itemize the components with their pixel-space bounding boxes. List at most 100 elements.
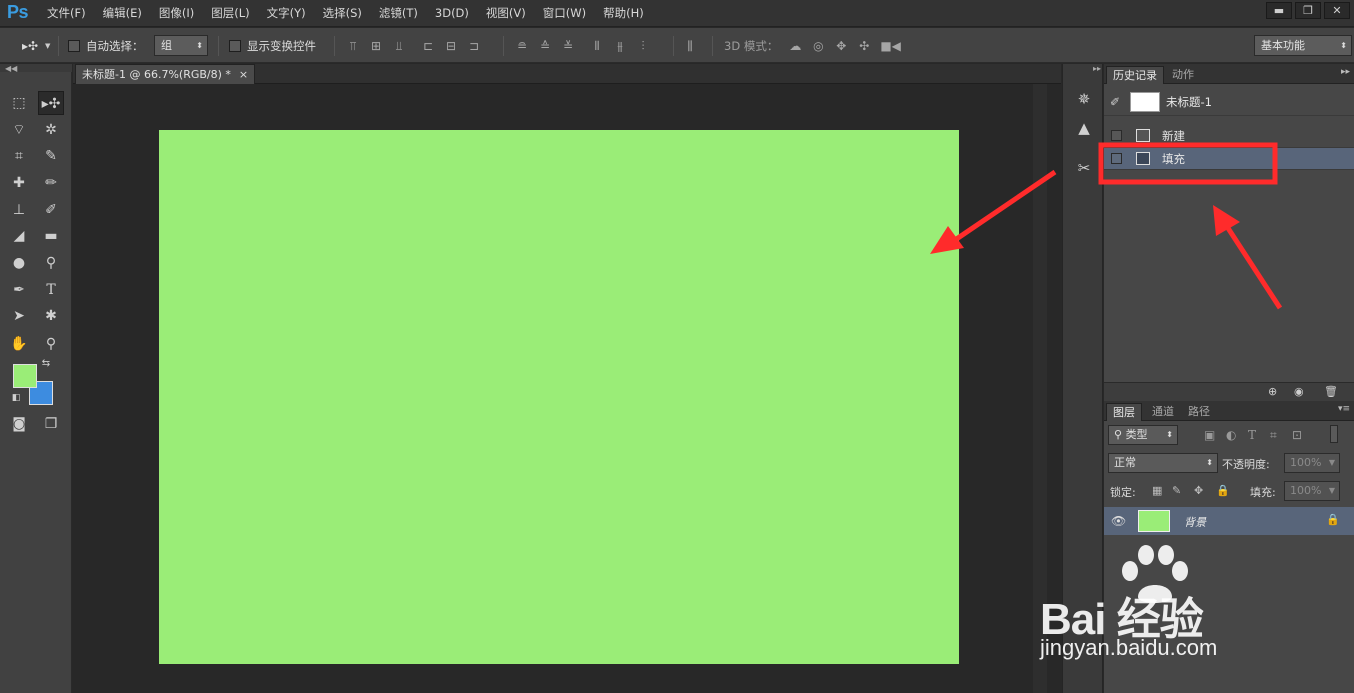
document-canvas[interactable] [159, 130, 959, 664]
tab-channels[interactable]: 通道 [1146, 403, 1180, 421]
workspace-dropdown[interactable]: 基本功能 ⬍ [1254, 35, 1352, 56]
swap-colors-icon[interactable]: ⇆ [38, 356, 54, 372]
fill-field[interactable]: 100% ▼ [1284, 481, 1340, 501]
restore-button[interactable]: ❐ [1295, 2, 1321, 19]
menu-select[interactable]: 选择(S) [323, 0, 362, 27]
distribute-vcenter-icon[interactable]: ≙ [538, 39, 552, 53]
clone-stamp-tool-icon[interactable]: ⊥ [6, 198, 32, 222]
adjustment-filter-icon[interactable]: ◐ [1226, 428, 1236, 442]
menu-view[interactable]: 视图(V) [486, 0, 526, 27]
history-step[interactable]: 新建 [1104, 124, 1354, 148]
screen-mode-icon[interactable]: ❐ [38, 412, 64, 436]
crop-tool-icon[interactable]: ⌗ [6, 144, 32, 168]
3d-slide-icon[interactable]: ✣ [857, 39, 871, 53]
distribute-right-icon[interactable]: ⫶ [636, 39, 650, 53]
menu-file[interactable]: 文件(F) [47, 0, 86, 27]
document-tab[interactable]: 未标题-1 @ 66.7%(RGB/8) * × [75, 64, 256, 84]
expand-panels-icon[interactable]: ▸▸ [1063, 64, 1104, 74]
auto-select-dropdown[interactable]: 组 ⬍ [154, 35, 208, 56]
menu-help[interactable]: 帮助(H) [603, 0, 644, 27]
foreground-color-swatch[interactable] [13, 364, 37, 388]
lasso-tool-icon[interactable]: ⌔ [6, 118, 32, 142]
move-tool-icon[interactable]: ▸✣ [38, 91, 64, 115]
align-vcenter-icon[interactable]: ⊞ [369, 39, 383, 53]
collapse-icon[interactable]: ◀◀ [5, 64, 17, 73]
shape-tool-icon[interactable]: ✱ [38, 304, 64, 328]
path-selection-tool-icon[interactable]: ➤ [6, 304, 32, 328]
tools-panel-header[interactable]: ◀◀ [0, 64, 72, 73]
align-hcenter-icon[interactable]: ⊟ [444, 39, 458, 53]
filter-toggle-switch[interactable] [1330, 425, 1338, 443]
lock-position-icon[interactable]: ✥ [1194, 484, 1203, 497]
lock-image-pixels-icon[interactable]: ✎ [1172, 484, 1181, 497]
tool-presets-panel-icon[interactable]: ✂ [1071, 156, 1097, 180]
layer-row[interactable]: 👁 背景 🔒 [1104, 507, 1354, 535]
menu-image[interactable]: 图像(I) [159, 0, 194, 27]
menu-filter[interactable]: 滤镜(T) [379, 0, 418, 27]
healing-brush-tool-icon[interactable]: ✚ [6, 171, 32, 195]
dodge-tool-icon[interactable]: ⚲ [38, 251, 64, 275]
camera-icon[interactable]: ◉ [1294, 385, 1304, 398]
panel-menu-icon[interactable]: ▾≡ [1338, 404, 1350, 414]
lock-all-icon[interactable]: 🔒 [1216, 484, 1230, 497]
auto-align-icon[interactable]: ⫼ [683, 39, 697, 53]
gradient-tool-icon[interactable]: ▬ [38, 224, 64, 248]
tab-paths[interactable]: 路径 [1182, 403, 1216, 421]
type-tool-icon[interactable]: T [38, 278, 64, 302]
menu-3d[interactable]: 3D(D) [435, 0, 469, 27]
histogram-panel-icon[interactable]: ▲ [1071, 116, 1097, 140]
type-filter-icon[interactable]: T [1248, 428, 1256, 442]
marquee-tool-icon[interactable]: ⬚ [6, 91, 32, 115]
menu-layer[interactable]: 图层(L) [211, 0, 249, 27]
distribute-top-icon[interactable]: ≘ [515, 39, 529, 53]
magic-wand-tool-icon[interactable]: ✲ [38, 118, 64, 142]
shape-filter-icon[interactable]: ⌗ [1270, 428, 1277, 443]
tab-history[interactable]: 历史记录 [1106, 66, 1164, 84]
opacity-field[interactable]: 100% ▼ [1284, 453, 1340, 473]
tab-actions[interactable]: 动作 [1166, 66, 1200, 84]
3d-scale-icon[interactable]: ■◀ [880, 39, 901, 53]
eraser-tool-icon[interactable]: ◢ [6, 224, 32, 248]
layer-filter-dropdown[interactable]: ⚲ 类型 ⬍ [1108, 425, 1178, 445]
distribute-bottom-icon[interactable]: ≚ [561, 39, 575, 53]
minimize-button[interactable]: ▬ [1266, 2, 1292, 19]
smart-object-filter-icon[interactable]: ⊡ [1292, 428, 1302, 442]
tab-layers[interactable]: 图层 [1106, 403, 1142, 421]
hand-tool-icon[interactable]: ✋ [6, 332, 32, 356]
auto-select-checkbox[interactable] [68, 39, 80, 52]
blur-tool-icon[interactable]: ● [6, 251, 32, 275]
history-brush-source-icon[interactable]: ✐ [1110, 95, 1120, 109]
align-left-icon[interactable]: ⊏ [421, 39, 435, 53]
3d-rotate-icon[interactable]: ☁ [788, 39, 802, 53]
zoom-tool-icon[interactable]: ⚲ [38, 332, 64, 356]
new-document-from-state-icon[interactable]: ⊕ [1268, 385, 1277, 398]
default-colors-icon[interactable]: ◧ [8, 390, 24, 406]
align-top-icon[interactable]: ⫪ [346, 39, 360, 53]
quick-mask-icon[interactable]: ◙ [6, 412, 32, 436]
history-brush-source-checkbox[interactable] [1111, 153, 1122, 164]
align-bottom-icon[interactable]: ⫫ [392, 39, 406, 53]
distribute-hcenter-icon[interactable]: ⫵ [613, 39, 627, 53]
distribute-left-icon[interactable]: ⫴ [590, 39, 604, 53]
blend-mode-dropdown[interactable]: 正常 ⬍ [1108, 453, 1218, 473]
3d-drag-icon[interactable]: ✥ [834, 39, 848, 53]
lock-transparent-pixels-icon[interactable]: ▦ [1152, 484, 1162, 497]
navigator-panel-icon[interactable]: ✵ [1071, 87, 1097, 111]
pen-tool-icon[interactable]: ✒ [6, 278, 32, 302]
3d-roll-icon[interactable]: ◎ [811, 39, 825, 53]
history-step-selected[interactable]: 填充 [1104, 148, 1354, 170]
menu-edit[interactable]: 编辑(E) [103, 0, 142, 27]
trash-icon[interactable]: 🗑 [1324, 385, 1338, 398]
tool-preset-picker[interactable]: ▸✣ ▼ [22, 28, 50, 63]
align-right-icon[interactable]: ⊐ [467, 39, 481, 53]
history-snapshot[interactable]: ✐ 未标题-1 [1104, 88, 1354, 116]
eyedropper-tool-icon[interactable]: ✎ [38, 144, 64, 168]
show-transform-checkbox[interactable] [229, 39, 241, 52]
menu-type[interactable]: 文字(Y) [267, 0, 306, 27]
menu-window[interactable]: 窗口(W) [543, 0, 586, 27]
history-brush-source-checkbox[interactable] [1111, 130, 1122, 141]
close-button[interactable]: ✕ [1324, 2, 1350, 19]
brush-tool-icon[interactable]: ✏ [38, 171, 64, 195]
history-brush-tool-icon[interactable]: ✐ [38, 198, 64, 222]
panel-menu-icon[interactable]: ▸▸ [1341, 67, 1350, 77]
